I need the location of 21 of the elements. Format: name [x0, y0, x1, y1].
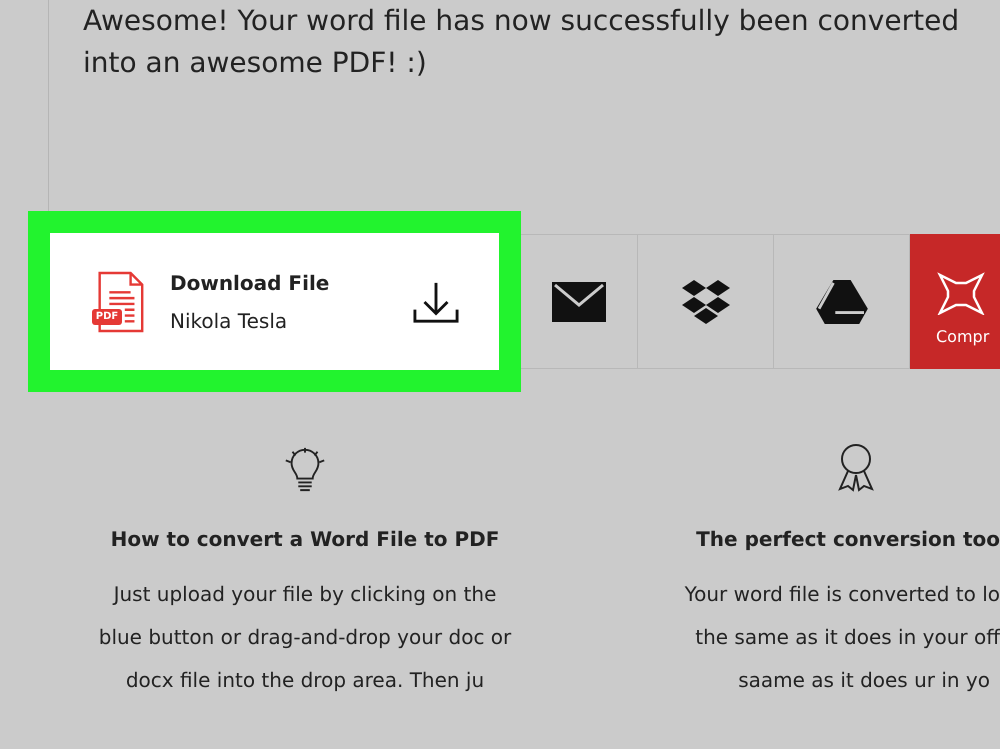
feature-title: The perfect conversion too [696, 527, 1000, 551]
feature-text: blue button or drag-and-drop your doc or [98, 624, 512, 651]
feature-text: Just upload your file by clicking on the [112, 581, 498, 608]
download-title: Download File [170, 270, 330, 294]
compress-label: Compr [936, 327, 990, 346]
download-card[interactable]: PDF Download File Nikola Tesla [50, 233, 499, 370]
share-tile[interactable] [774, 234, 910, 369]
feature-text: saame as it does ur in yo [737, 667, 990, 694]
feature-text: docx file into the drop area. Then ju [124, 667, 486, 694]
message-text: into an awesome PDF! :) [83, 45, 428, 81]
envelope-icon [552, 280, 606, 324]
feature-text: the same as it does in your off [694, 624, 1000, 651]
file-name: Nikola Tesla [170, 308, 288, 332]
share-tile[interactable] [638, 234, 774, 369]
share-tile[interactable] [521, 234, 638, 369]
pdf-badge: PDF [92, 308, 122, 324]
message-text: Awesome! Your word file has now successfully been converted [83, 3, 960, 39]
feature-title: How to convert a Word File to PDF [110, 527, 500, 551]
feature-text: Your word file is converted to lo [684, 581, 1000, 608]
compress-icon [936, 271, 986, 315]
share-tile[interactable]: Compr [910, 234, 1000, 369]
